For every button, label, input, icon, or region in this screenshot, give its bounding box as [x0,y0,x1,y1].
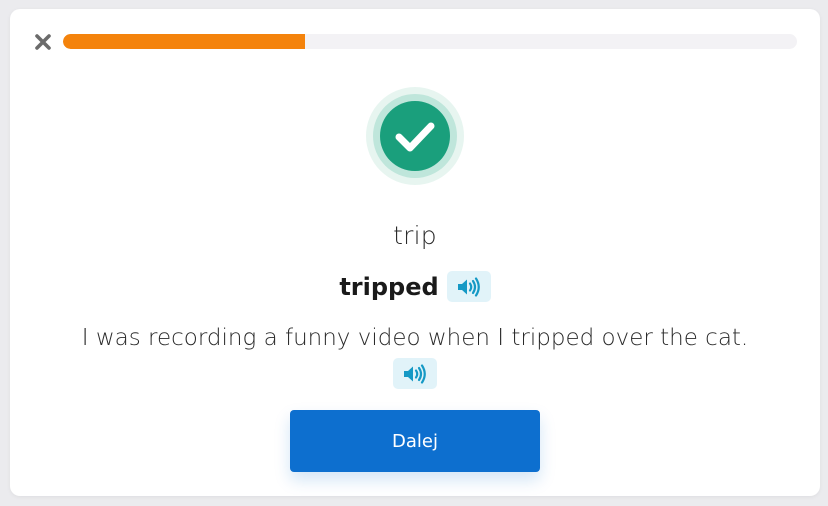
sentence-audio-button[interactable] [393,358,437,389]
speaker-icon [457,276,480,297]
example-sentence: I was recording a funny video when I tri… [81,325,749,351]
close-icon [35,34,51,50]
checkmark-icon [366,87,464,185]
exercise-card: trip tripped I was recording a funny vid… [10,9,820,496]
next-button[interactable]: Dalej [290,410,540,472]
word-audio-button[interactable] [446,271,491,302]
progress-fill [63,34,306,49]
close-button[interactable] [32,31,54,53]
word-form-row: tripped [10,271,820,302]
speaker-icon [404,363,426,384]
word-form: tripped [339,272,439,301]
base-word: trip [393,221,437,250]
correct-badge [366,87,464,185]
progress-bar [63,34,797,49]
